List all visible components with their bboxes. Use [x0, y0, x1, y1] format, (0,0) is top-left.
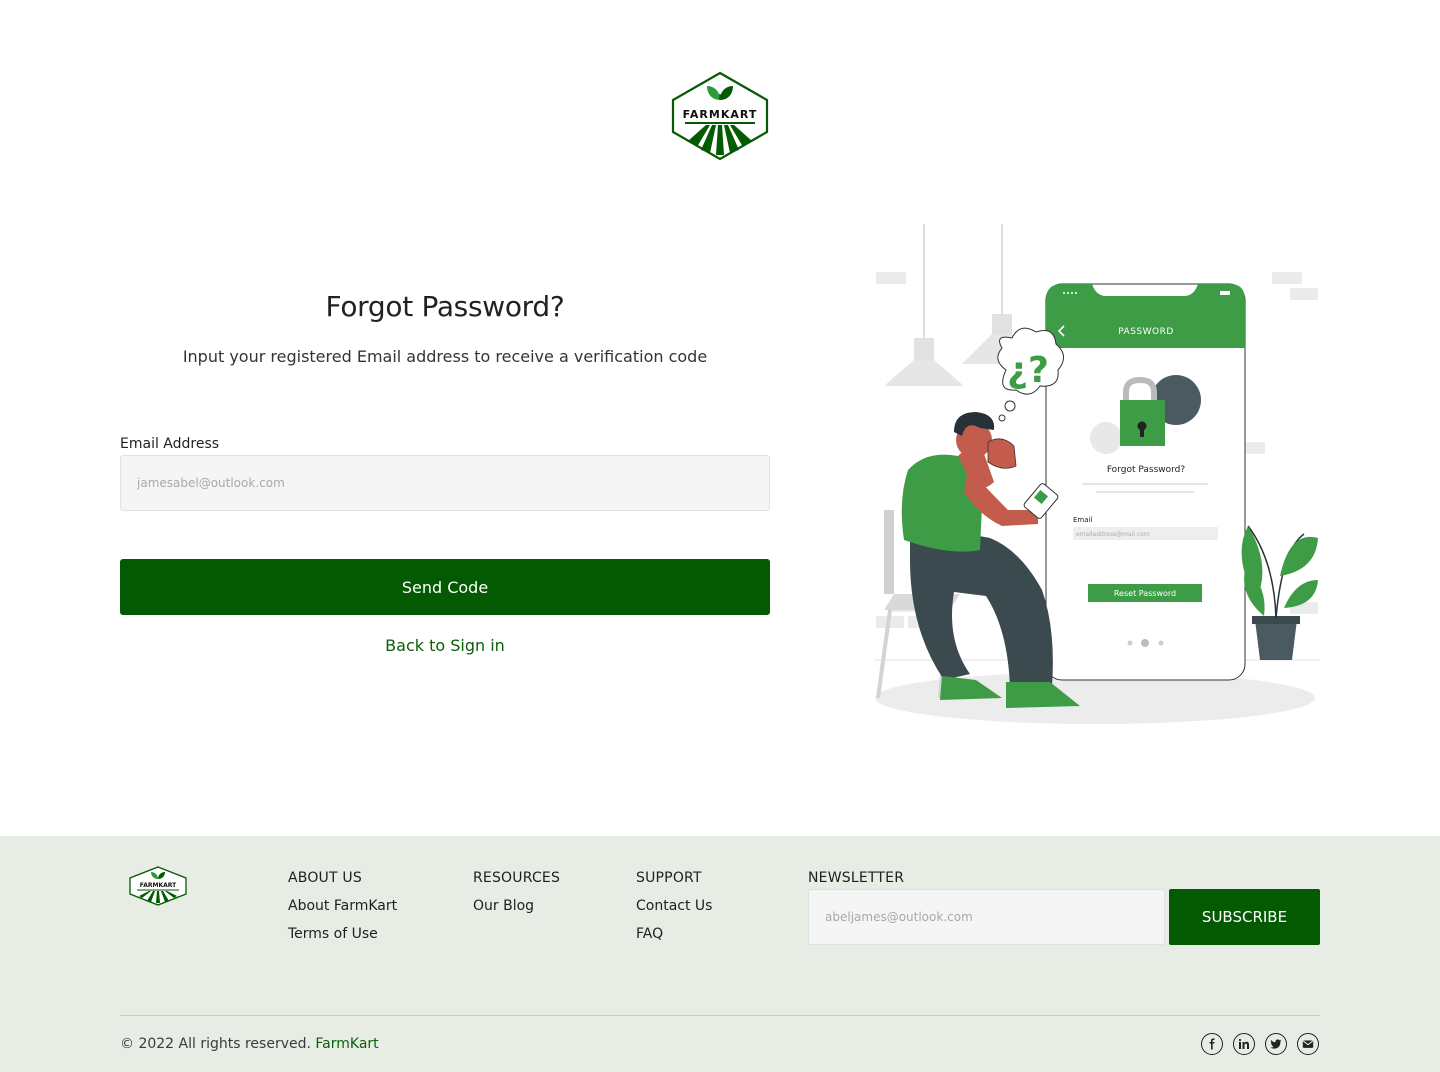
footer: FARMKART ABOUT US About FarmKart Terms o… — [0, 836, 1440, 1072]
send-code-button[interactable]: Send Code — [120, 559, 770, 615]
phone-email-label: Email — [1073, 516, 1092, 524]
email-label: Email Address — [120, 436, 220, 452]
copyright-notice: © 2022 All rights reserved. — [120, 1036, 311, 1052]
forgot-password-form: Forgot Password? Input your registered E… — [120, 290, 770, 655]
email-icon[interactable] — [1297, 1033, 1319, 1055]
phone-email-placeholder: emailaddress@mail.com — [1076, 531, 1150, 538]
footer-newsletter-column: NEWSLETTER — [808, 870, 904, 886]
phone-header-text: PASSWORD — [1118, 327, 1174, 337]
footer-resources-heading: RESOURCES — [473, 870, 561, 886]
footer-support-column: SUPPORT Contact Us FAQ — [636, 870, 712, 942]
footer-support-heading: SUPPORT — [636, 870, 702, 886]
email-input[interactable] — [120, 455, 770, 511]
social-links — [1201, 1033, 1319, 1055]
forgot-password-illustration: PASSWORD Forgot Password? Email emailadd… — [870, 220, 1325, 730]
contact-us-link[interactable]: Contact Us — [636, 898, 712, 914]
linkedin-icon[interactable] — [1233, 1033, 1255, 1055]
subscribe-button[interactable]: SUBSCRIBE — [1169, 889, 1320, 945]
faq-link[interactable]: FAQ — [636, 926, 712, 942]
our-blog-link[interactable]: Our Blog — [473, 898, 560, 914]
newsletter-heading: NEWSLETTER — [808, 870, 905, 886]
back-to-sign-in-link[interactable]: Back to Sign in — [120, 636, 770, 655]
question-bubble-text: ¿? — [1007, 350, 1049, 391]
footer-about-heading: ABOUT US — [288, 870, 362, 886]
facebook-icon[interactable] — [1201, 1033, 1223, 1055]
logo-text: FARMKART — [683, 108, 758, 121]
about-farmkart-link[interactable]: About FarmKart — [288, 898, 397, 914]
footer-resources-column: RESOURCES Our Blog — [473, 870, 560, 914]
footer-about-column: ABOUT US About FarmKart Terms of Use — [288, 870, 397, 942]
newsletter-email-input[interactable] — [808, 889, 1165, 945]
terms-of-use-link[interactable]: Terms of Use — [288, 926, 397, 942]
footer-farmkart-logo[interactable]: FARMKART — [128, 866, 188, 906]
farmkart-logo[interactable]: FARMKART — [670, 70, 770, 162]
copyright-brand: FarmKart — [315, 1036, 379, 1052]
footer-logo-text: FARMKART — [140, 882, 177, 889]
page-subtitle: Input your registered Email address to r… — [182, 347, 708, 366]
copyright-text: © 2022 All rights reserved. FarmKart — [120, 1036, 379, 1052]
phone-button-text: Reset Password — [1114, 589, 1176, 598]
twitter-icon[interactable] — [1265, 1033, 1287, 1055]
phone-title-text: Forgot Password? — [1107, 465, 1186, 475]
page-title: Forgot Password? — [325, 290, 565, 323]
footer-divider — [120, 1015, 1320, 1016]
